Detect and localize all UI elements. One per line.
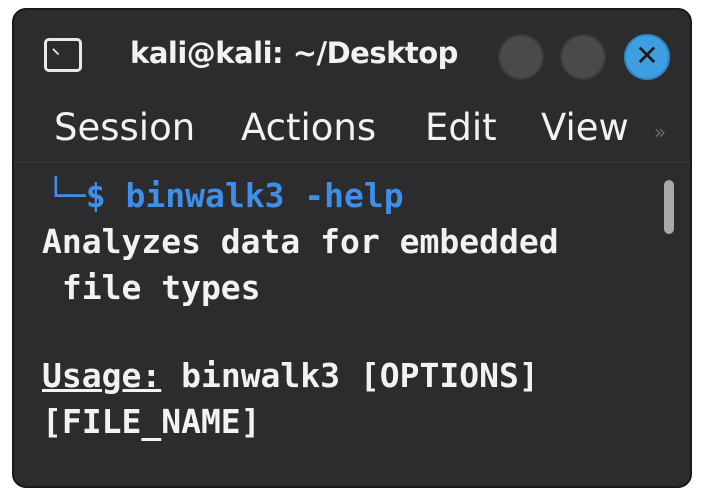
divider [14, 162, 690, 163]
menu-session[interactable]: Session [54, 106, 195, 149]
output-line: file types [42, 268, 261, 307]
menu-edit[interactable]: Edit [425, 106, 497, 149]
prompt-line: └─$ binwalk3 -help [46, 176, 404, 215]
command-text: binwalk3 -help [125, 176, 404, 215]
maximize-button[interactable] [560, 34, 606, 80]
menu-view[interactable]: View [541, 106, 629, 149]
scrollbar[interactable] [664, 180, 674, 234]
usage-line: Usage: binwalk3 [OPTIONS] [42, 356, 539, 395]
usage-label: Usage: [42, 356, 162, 395]
menu-overflow-icon[interactable]: » [654, 120, 666, 144]
output-line: Analyzes data for embedded [42, 222, 559, 261]
close-icon[interactable]: ✕ [624, 34, 670, 80]
menu-bar: Session Actions Edit View » [14, 98, 690, 160]
usage-text: binwalk3 [OPTIONS] [161, 356, 539, 395]
output-line: [FILE_NAME] [42, 402, 261, 441]
prompt-symbol: └─$ [46, 176, 106, 215]
minimize-button[interactable] [498, 34, 544, 80]
terminal-icon[interactable] [44, 38, 82, 72]
menu-actions[interactable]: Actions [241, 106, 376, 149]
terminal-window: kali@kali: ~/Desktop ✕ Session Actions E… [12, 8, 692, 488]
window-title: kali@kali: ~/Desktop [130, 36, 458, 70]
title-bar[interactable]: kali@kali: ~/Desktop ✕ [14, 10, 690, 98]
terminal-output[interactable]: └─$ binwalk3 -help Analyzes data for emb… [14, 164, 690, 484]
